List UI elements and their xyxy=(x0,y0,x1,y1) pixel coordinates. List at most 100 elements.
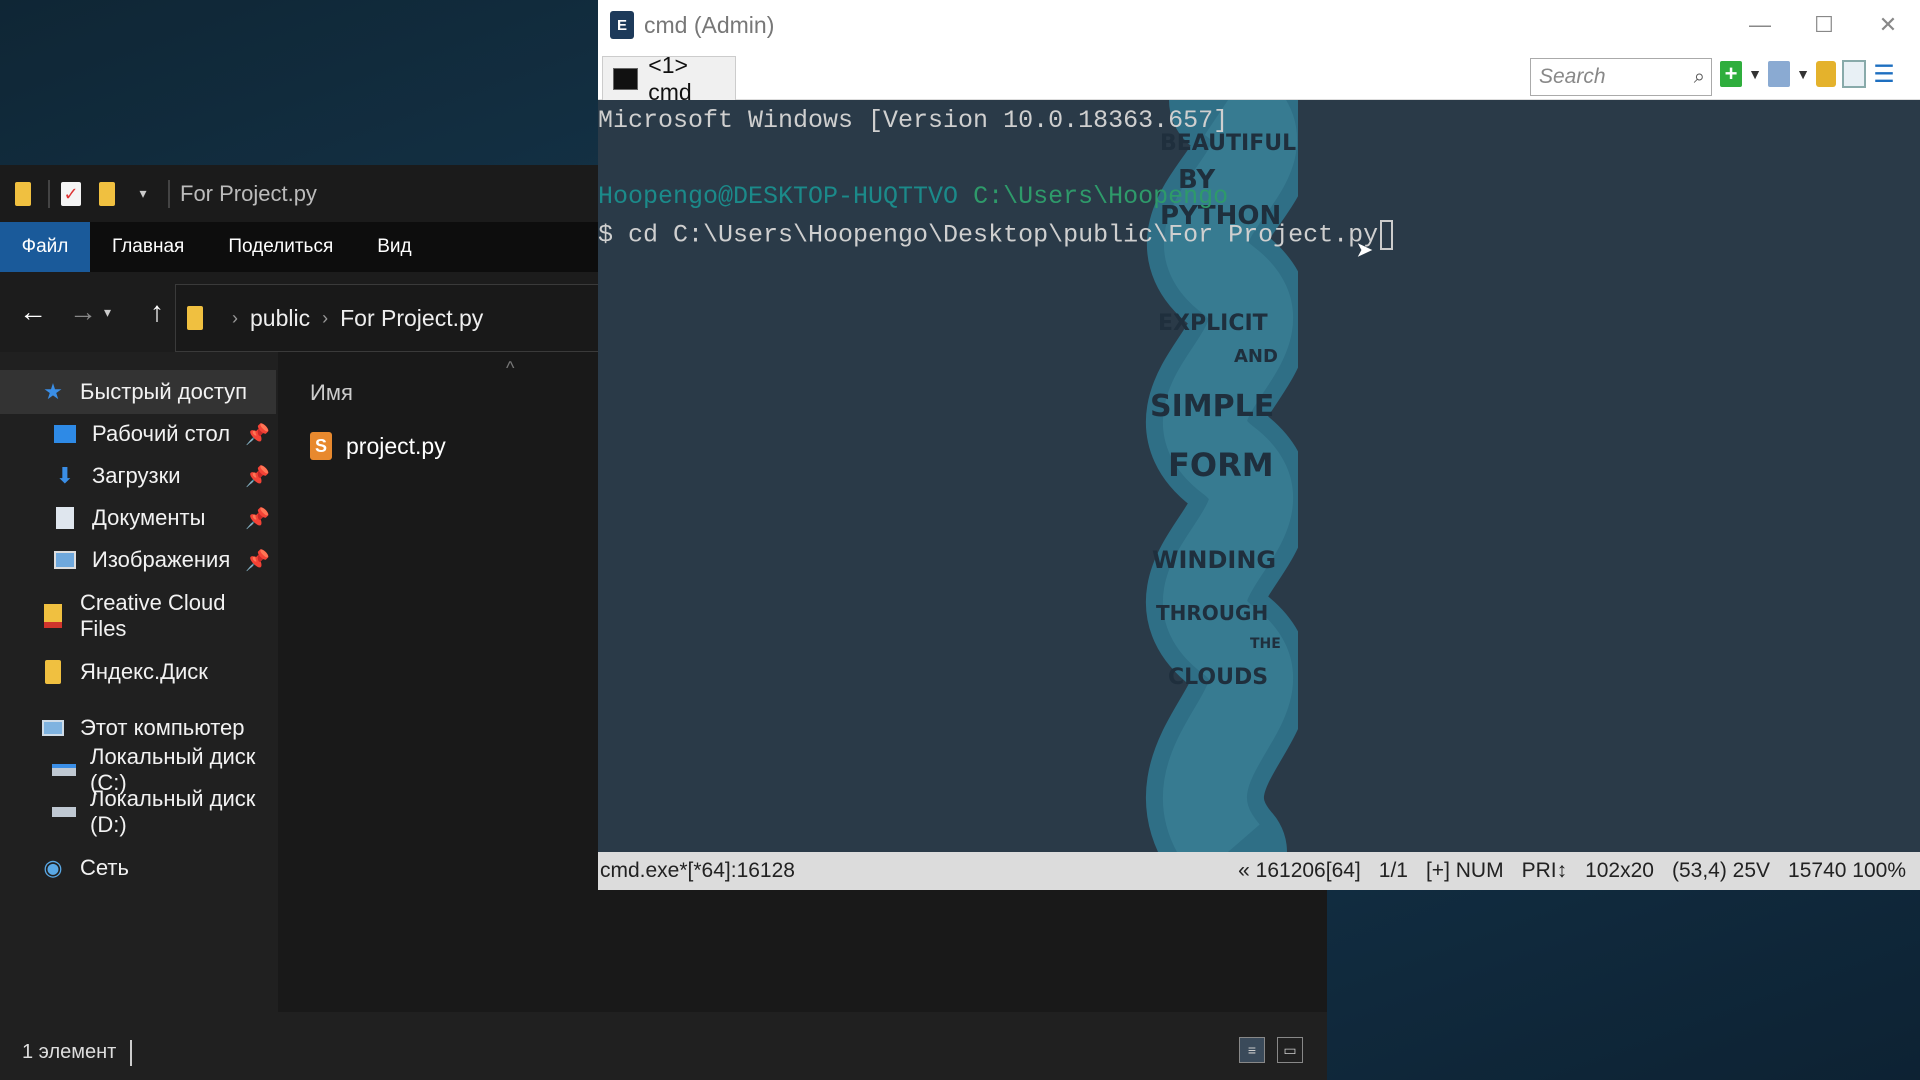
download-icon: ⬇ xyxy=(55,463,75,488)
nav-network[interactable]: ◉ Сеть xyxy=(40,846,129,890)
explorer-status-bar: 1 элемент ≡ ▭ xyxy=(0,1025,1327,1080)
status-cursor: (53,4) 25V xyxy=(1671,859,1771,882)
mouse-pointer-icon: ➤ xyxy=(1356,237,1375,271)
navigation-pane: ★ Быстрый доступ Рабочий стол 📌 ⬇ Загруз… xyxy=(0,352,278,1012)
tab-home[interactable]: Главная xyxy=(90,222,206,272)
nav-label: Яндекс.Диск xyxy=(80,659,208,684)
system-drive-icon xyxy=(52,757,76,783)
console-command: $ cd C:\Users\Hoopengo\Desktop\public\Fo… xyxy=(598,220,1379,250)
status-position: « 161206[64] xyxy=(1238,859,1361,882)
console-command-line: $ cd C:\Users\Hoopengo\Desktop\public\Fo… xyxy=(598,220,1394,250)
nav-label: Этот компьютер xyxy=(80,715,245,740)
sublime-text-icon: S xyxy=(310,432,332,460)
status-priority[interactable]: PRI↕ xyxy=(1522,859,1568,883)
tab-share[interactable]: Поделиться xyxy=(206,222,355,272)
maximize-button[interactable]: ☐ xyxy=(1792,0,1856,50)
tab-cmd[interactable]: <1> cmd xyxy=(602,52,736,105)
chevron-right-icon[interactable]: › xyxy=(322,308,328,329)
chevron-down-icon[interactable]: ▼ xyxy=(1796,58,1810,90)
nav-downloads[interactable]: ⬇ Загрузки 📌 xyxy=(52,454,270,498)
console-icon xyxy=(613,67,639,90)
column-header-name[interactable]: Имя xyxy=(310,380,353,406)
tab-view[interactable]: Вид xyxy=(355,222,433,272)
properties-icon[interactable]: ✓ xyxy=(60,181,82,207)
creative-cloud-folder-icon xyxy=(40,603,66,629)
nav-disk-d[interactable]: Локальный диск (D:) xyxy=(52,786,278,837)
document-icon xyxy=(52,505,78,531)
details-view-icon[interactable]: ≡ xyxy=(1239,1037,1265,1063)
tab-file[interactable]: Файл xyxy=(0,222,90,272)
tab-label: <1> cmd xyxy=(648,51,692,105)
pictures-icon xyxy=(52,547,78,573)
nav-quick-access[interactable]: ★ Быстрый доступ xyxy=(0,370,276,414)
nav-label: Документы xyxy=(92,505,206,530)
pin-icon[interactable]: 📌 xyxy=(245,422,270,447)
folder-icon xyxy=(40,659,66,685)
close-button[interactable]: ✕ xyxy=(1856,0,1920,50)
python-snake-wallpaper: BEAUTIFUL BY PYTHON EXPLICIT AND SIMPLE … xyxy=(1146,100,1298,852)
menu-icon[interactable]: ☰ xyxy=(1872,58,1896,90)
forward-button[interactable]: → xyxy=(66,296,100,328)
status-size[interactable]: 102x20 xyxy=(1585,859,1654,883)
status-memory: 15740 100% xyxy=(1788,859,1906,882)
file-name: project.py xyxy=(346,432,446,459)
item-count: 1 элемент xyxy=(22,1041,117,1063)
explorer-window-title: For Project.py xyxy=(180,180,317,206)
search-input[interactable]: Search ⌕ xyxy=(1530,58,1712,96)
sort-ascending-icon[interactable]: ^ xyxy=(506,358,514,379)
computer-icon xyxy=(40,715,66,741)
large-icons-view-icon[interactable]: ▭ xyxy=(1277,1037,1303,1063)
address-bar[interactable]: › public › For Project.py xyxy=(175,284,615,352)
minimize-button[interactable]: — xyxy=(1728,0,1792,50)
search-placeholder: Search xyxy=(1539,65,1606,88)
wallpaper-word: CLOUDS xyxy=(1168,665,1268,690)
pin-icon[interactable]: 📌 xyxy=(245,464,270,489)
chevron-down-icon[interactable]: ▼ xyxy=(1748,58,1762,90)
wallpaper-word: AND xyxy=(1234,346,1278,367)
new-folder-icon[interactable] xyxy=(96,181,118,207)
recent-locations-button[interactable]: ▾ xyxy=(104,304,124,321)
split-view-icon[interactable] xyxy=(1768,61,1790,87)
view-buttons: ≡ ▭ xyxy=(1239,1037,1303,1063)
window-controls: — ☐ ✕ xyxy=(1728,0,1920,50)
console-area[interactable]: BEAUTIFUL BY PYTHON EXPLICIT AND SIMPLE … xyxy=(598,100,1920,852)
chevron-right-icon[interactable]: › xyxy=(232,308,238,329)
nav-pictures[interactable]: Изображения 📌 xyxy=(52,538,270,582)
nav-label: Сеть xyxy=(80,855,129,880)
nav-yandex-disk[interactable]: Яндекс.Диск xyxy=(40,650,208,694)
search-icon[interactable]: ⌕ xyxy=(1694,66,1705,89)
status-process: cmd.exe*[*64]:16128 xyxy=(600,859,795,882)
nav-label: Локальный диск (D:) xyxy=(90,786,256,837)
wallpaper-word: THE xyxy=(1250,636,1281,652)
toolbar-separator xyxy=(168,179,170,208)
up-button[interactable]: ↑ xyxy=(140,296,174,328)
lock-icon[interactable] xyxy=(1816,61,1836,87)
nav-documents[interactable]: Документы 📌 xyxy=(52,496,270,540)
file-item[interactable]: S project.py xyxy=(310,432,446,460)
status-mode: [+] NUM xyxy=(1425,859,1504,882)
prompt-path: C:\Users\Hoopengo xyxy=(973,182,1229,211)
wallpaper-word: EXPLICIT xyxy=(1158,311,1268,336)
nav-label: Изображения xyxy=(92,547,231,572)
folder-icon xyxy=(12,181,34,207)
network-icon: ◉ xyxy=(43,855,63,880)
panel-icon[interactable] xyxy=(1842,60,1866,88)
new-console-icon[interactable]: + xyxy=(1720,61,1742,87)
wallpaper-word: THROUGH xyxy=(1156,601,1268,625)
conemu-titlebar: E cmd (Admin) — ☐ ✕ xyxy=(598,0,1920,50)
nav-label: Загрузки xyxy=(92,463,181,488)
conemu-app-icon: E xyxy=(610,11,634,39)
folder-icon xyxy=(184,305,206,331)
pin-icon[interactable]: 📌 xyxy=(245,548,270,573)
pin-icon[interactable]: 📌 xyxy=(245,506,270,531)
breadcrumb-public[interactable]: public xyxy=(250,305,310,332)
back-button[interactable]: ← xyxy=(16,296,50,328)
console-version-line: Microsoft Windows [Version 10.0.18363.65… xyxy=(598,106,1229,135)
nav-desktop[interactable]: Рабочий стол 📌 xyxy=(52,412,270,456)
nav-creative-cloud[interactable]: Creative Cloud Files xyxy=(40,590,278,641)
conemu-window-title: cmd (Admin) xyxy=(644,11,775,38)
status-separator xyxy=(130,1039,133,1066)
customize-toolbar-icon[interactable]: ▾ xyxy=(132,181,154,207)
breadcrumb-current[interactable]: For Project.py xyxy=(340,305,483,332)
status-pages: 1/1 xyxy=(1378,859,1408,882)
